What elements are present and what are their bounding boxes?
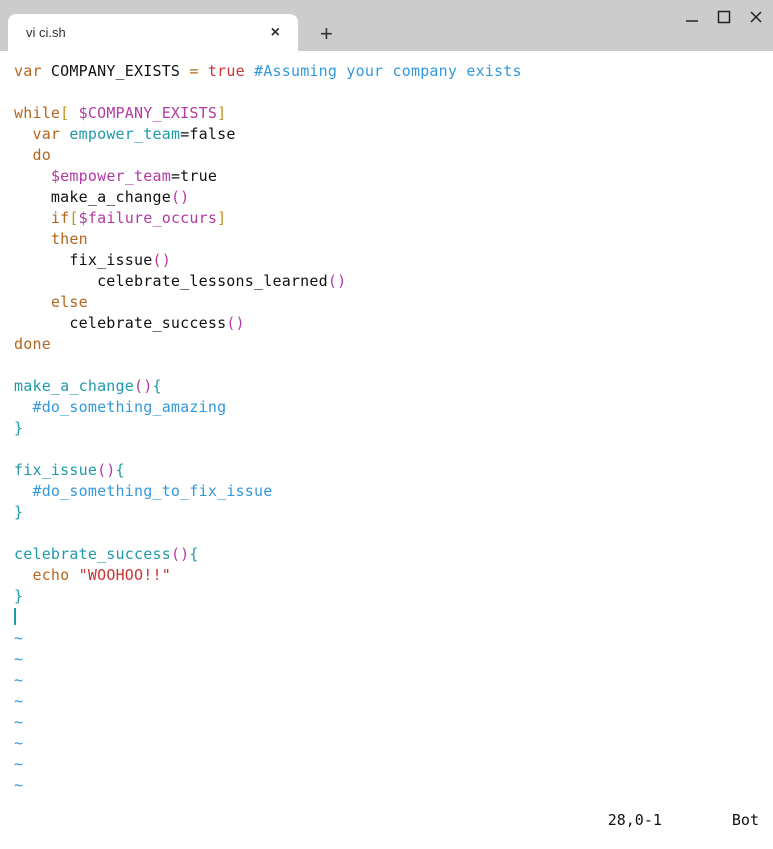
text <box>14 230 51 248</box>
maximize-icon[interactable] <box>717 10 731 24</box>
bracket: [ <box>69 209 78 227</box>
tilde-line: ~ <box>14 713 23 731</box>
parens: () <box>328 272 346 290</box>
text <box>199 62 208 80</box>
bracket: [ <box>60 104 69 122</box>
text <box>14 566 32 584</box>
bracket: ] <box>217 209 226 227</box>
title-bar: vi ci.sh × + <box>0 0 773 51</box>
variable: $empower_team <box>51 167 171 185</box>
keyword: done <box>14 335 51 353</box>
parens: () <box>152 251 170 269</box>
bracket: ] <box>217 104 226 122</box>
operator: = <box>189 62 198 80</box>
text: =false <box>180 125 235 143</box>
text: make_a_change <box>14 188 171 206</box>
tab-active[interactable]: vi ci.sh × <box>8 14 298 51</box>
text <box>14 146 32 164</box>
window-controls <box>685 10 763 24</box>
text: COMPANY_EXISTS <box>42 62 190 80</box>
text <box>69 104 78 122</box>
tilde-line: ~ <box>14 650 23 668</box>
parens: () <box>134 377 152 395</box>
text <box>14 398 32 416</box>
comment: #Assuming your company exists <box>254 62 522 80</box>
tilde-line: ~ <box>14 692 23 710</box>
new-tab-icon[interactable]: + <box>310 23 343 45</box>
keyword: then <box>51 230 88 248</box>
text <box>245 62 254 80</box>
brace: } <box>14 587 23 605</box>
text: celebrate_success <box>14 314 226 332</box>
tilde-line: ~ <box>14 734 23 752</box>
status-bar: 28,0-1 Bot <box>0 811 773 849</box>
parens: () <box>97 461 115 479</box>
text <box>14 482 32 500</box>
variable: $failure_occurs <box>79 209 217 227</box>
editor-area[interactable]: var COMPANY_EXISTS = true #Assuming your… <box>0 51 773 849</box>
code-content[interactable]: var COMPANY_EXISTS = true #Assuming your… <box>0 51 773 811</box>
function-name: make_a_change <box>14 377 134 395</box>
keyword: var <box>32 125 60 143</box>
tab-title: vi ci.sh <box>26 25 265 40</box>
text <box>14 209 51 227</box>
tilde-line: ~ <box>14 776 23 794</box>
comment: #do_something_amazing <box>32 398 226 416</box>
string: "WOOHOO!!" <box>79 566 171 584</box>
function-name: fix_issue <box>14 461 97 479</box>
text <box>14 293 51 311</box>
keyword: echo <box>32 566 69 584</box>
tilde-line: ~ <box>14 671 23 689</box>
keyword: do <box>32 146 50 164</box>
close-window-icon[interactable] <box>749 10 763 24</box>
variable: $COMPANY_EXISTS <box>79 104 217 122</box>
keyword: var <box>14 62 42 80</box>
boolean: true <box>208 62 245 80</box>
tab-close-icon[interactable]: × <box>265 23 286 43</box>
identifier: empower_team <box>69 125 180 143</box>
scroll-location: Bot <box>732 811 759 829</box>
brace: { <box>116 461 125 479</box>
text <box>14 167 51 185</box>
text <box>69 566 78 584</box>
keyword: else <box>51 293 88 311</box>
brace: { <box>152 377 161 395</box>
cursor-position: 28,0-1 <box>608 811 662 829</box>
brace: } <box>14 503 23 521</box>
function-name: celebrate_success <box>14 545 171 563</box>
text: celebrate_lessons_learned <box>14 272 328 290</box>
tilde-line: ~ <box>14 755 23 773</box>
text: fix_issue <box>14 251 152 269</box>
tilde-line: ~ <box>14 629 23 647</box>
text: =true <box>171 167 217 185</box>
brace: { <box>189 545 198 563</box>
cursor-icon <box>14 608 16 625</box>
comment: #do_something_to_fix_issue <box>32 482 272 500</box>
parens: () <box>171 188 189 206</box>
text <box>14 125 32 143</box>
keyword: if <box>51 209 69 227</box>
keyword: while <box>14 104 60 122</box>
minimize-icon[interactable] <box>685 10 699 24</box>
parens: () <box>171 545 189 563</box>
parens: () <box>226 314 244 332</box>
brace: } <box>14 419 23 437</box>
